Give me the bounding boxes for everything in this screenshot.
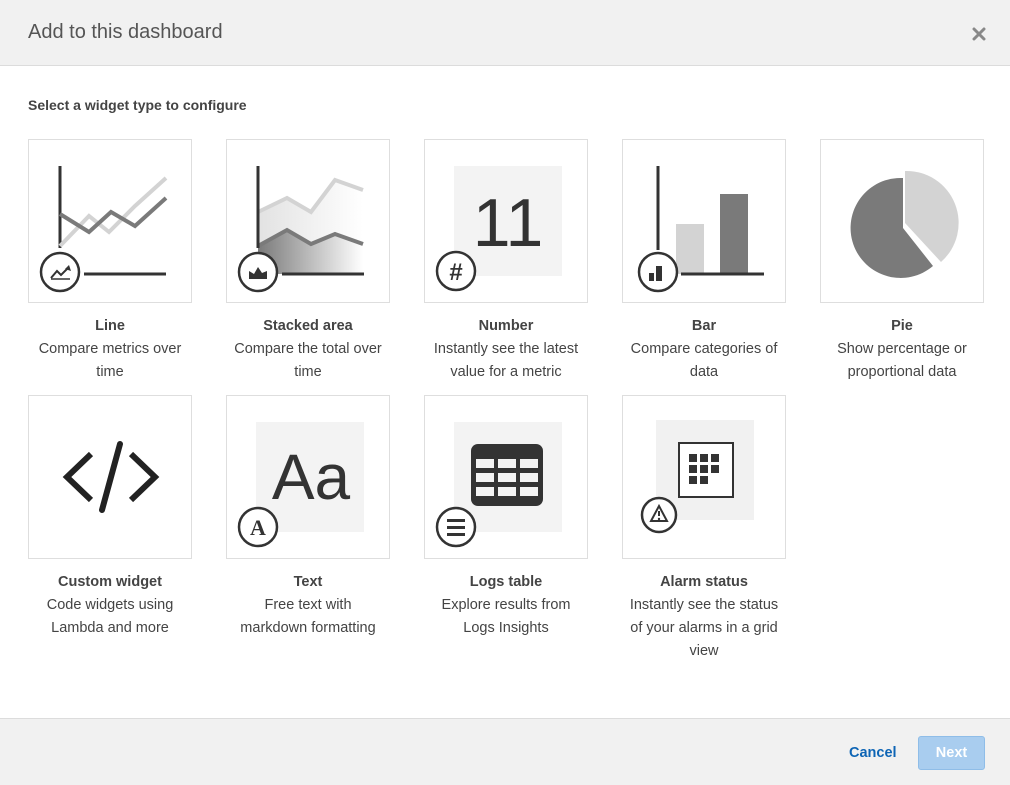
section-label: Select a widget type to configure — [28, 97, 247, 113]
widget-desc: Compare categories of — [630, 341, 778, 357]
widget-desc: value for a metric — [450, 364, 562, 380]
widget-desc: time — [294, 364, 322, 380]
modal-title: Add to this dashboard — [28, 21, 223, 43]
number-sample: 11 — [473, 185, 544, 261]
widget-tile-bar[interactable] — [622, 139, 786, 303]
widget-desc: Show percentage or — [837, 341, 967, 357]
widget-desc: Code widgets using — [46, 597, 174, 613]
widget-desc: Lambda and more — [51, 620, 169, 636]
text-sample: Aa — [272, 441, 351, 513]
widget-tile-alarm-status[interactable] — [622, 395, 786, 559]
widget-desc: Logs Insights — [463, 620, 549, 636]
widget-desc: Compare metrics over — [38, 341, 182, 357]
widget-name: Logs table — [469, 574, 543, 590]
widget-name: Bar — [691, 318, 717, 334]
table-icon — [435, 422, 562, 548]
stacked-area-icon — [237, 166, 364, 293]
widget-caption-logs-table: Logs table Explore results from Logs Ins… — [408, 571, 604, 640]
widget-desc: of your alarms in a grid — [630, 620, 778, 636]
code-icon — [62, 441, 160, 513]
widget-caption-number: Number Instantly see the latest value fo… — [408, 315, 604, 384]
line-chart-icon — [39, 166, 168, 293]
widget-name: Number — [478, 318, 534, 334]
widget-caption-bar: Bar Compare categories of data — [606, 315, 802, 384]
svg-text:A: A — [250, 515, 266, 540]
widget-name: Line — [95, 318, 125, 334]
alarm-grid-icon — [640, 420, 754, 534]
widget-name: Pie — [891, 318, 913, 334]
close-icon — [972, 27, 986, 41]
widget-desc: Instantly see the latest — [433, 341, 579, 357]
next-button[interactable]: Next — [918, 736, 985, 770]
widget-tile-text[interactable]: Aa A — [226, 395, 390, 559]
widget-tile-line[interactable] — [28, 139, 192, 303]
widget-desc: view — [689, 643, 719, 659]
widget-tile-custom[interactable] — [28, 395, 192, 559]
close-button[interactable] — [966, 21, 992, 47]
widget-desc: Compare the total over — [234, 341, 382, 357]
widget-desc: Explore results from — [441, 597, 571, 613]
widget-tile-logs-table[interactable] — [424, 395, 588, 559]
widget-caption-custom: Custom widget Code widgets using Lambda … — [12, 571, 208, 640]
widget-tile-pie[interactable] — [820, 139, 984, 303]
widget-name: Stacked area — [263, 318, 353, 334]
widget-name: Custom widget — [58, 574, 162, 590]
widget-name: Text — [293, 574, 323, 590]
widget-desc: Instantly see the status — [629, 597, 779, 613]
modal-footer: Cancel Next — [0, 718, 1010, 785]
svg-text:#: # — [449, 259, 462, 286]
modal-header: Add to this dashboard — [0, 0, 1010, 66]
pie-chart-icon — [850, 170, 959, 278]
widget-caption-alarm-status: Alarm status Instantly see the status of… — [606, 571, 802, 663]
widget-desc: time — [96, 364, 124, 380]
widget-name: Alarm status — [660, 574, 748, 590]
widget-tile-number[interactable]: 11 # — [424, 139, 588, 303]
widget-tile-stacked-area[interactable] — [226, 139, 390, 303]
widget-desc: proportional data — [847, 364, 957, 380]
widget-desc: data — [689, 364, 719, 380]
widget-desc: markdown formatting — [240, 620, 376, 636]
widget-desc: Free text with — [264, 597, 352, 613]
widget-caption-stacked-area: Stacked area Compare the total over time — [210, 315, 406, 384]
widget-caption-pie: Pie Show percentage or proportional data — [804, 315, 1000, 384]
widget-caption-text: Text Free text with markdown formatting — [210, 571, 406, 640]
widget-caption-line: Line Compare metrics over time — [12, 315, 208, 384]
cancel-button[interactable]: Cancel — [849, 745, 897, 761]
bar-chart-icon — [637, 166, 764, 293]
